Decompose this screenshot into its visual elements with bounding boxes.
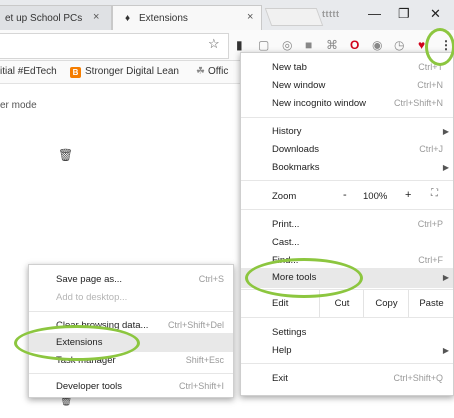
pocket-icon[interactable]: ♥ bbox=[418, 38, 425, 52]
developer-mode-label: er mode bbox=[0, 100, 37, 111]
menu-divider bbox=[241, 317, 453, 318]
bookmark-edtech[interactable]: itial #EdTech bbox=[0, 66, 57, 77]
puzzle-icon: ♦ bbox=[125, 13, 131, 24]
pin-icon[interactable]: ▢ bbox=[258, 38, 269, 52]
chevron-right-icon: ▶ bbox=[442, 346, 449, 355]
clock-icon[interactable]: ◷ bbox=[394, 38, 404, 52]
record-icon[interactable]: ◉ bbox=[372, 38, 382, 52]
cut-button[interactable]: Cut bbox=[319, 290, 364, 317]
office-icon: ☘ bbox=[196, 66, 205, 77]
submenu-item-add-to-desktop: Add to desktop... bbox=[56, 292, 128, 303]
menu-divider bbox=[241, 209, 453, 210]
menu-item-bookmarks[interactable]: Bookmarks bbox=[272, 162, 320, 173]
address-bar[interactable] bbox=[0, 33, 229, 59]
menu-item-cast[interactable]: Cast... bbox=[272, 237, 299, 248]
menu-divider bbox=[29, 373, 233, 374]
menu-divider bbox=[29, 311, 233, 312]
chevron-right-icon: ▶ bbox=[442, 273, 449, 282]
menu-item-exit[interactable]: Exit bbox=[272, 373, 288, 384]
menu-icon[interactable]: ⋮ bbox=[440, 38, 452, 52]
menu-item-new-window[interactable]: New window bbox=[272, 80, 325, 91]
shortcut-find: Ctrl+F bbox=[418, 255, 443, 265]
menu-divider bbox=[241, 363, 453, 364]
copy-button[interactable]: Copy bbox=[363, 290, 409, 317]
zoom-out-button[interactable]: - bbox=[343, 189, 347, 201]
more-tools-submenu: Save page as... Ctrl+S Add to desktop...… bbox=[28, 264, 234, 398]
shortcut-clear-browsing: Ctrl+Shift+Del bbox=[167, 320, 224, 330]
tab-school-pcs[interactable]: et up School PCs × bbox=[0, 5, 112, 30]
shortcut-save-page: Ctrl+S bbox=[198, 274, 224, 284]
menu-item-more-tools[interactable]: More tools bbox=[272, 272, 316, 283]
tab-label: Extensions bbox=[139, 13, 188, 24]
extension-icon[interactable]: ▮ bbox=[236, 38, 243, 52]
submenu-item-developer-tools[interactable]: Developer tools bbox=[56, 381, 122, 392]
profile-chip[interactable]: ttttt bbox=[322, 9, 340, 19]
shortcut-exit: Ctrl+Shift+Q bbox=[393, 373, 443, 383]
menu-item-new-incognito[interactable]: New incognito window bbox=[272, 98, 366, 109]
close-window-icon[interactable]: ✕ bbox=[430, 6, 441, 22]
tab-extensions[interactable]: ♦ Extensions × bbox=[112, 5, 262, 30]
tab-label: et up School PCs bbox=[5, 13, 83, 24]
shortcut-new-window: Ctrl+N bbox=[417, 80, 443, 90]
bookmark-stronger-digital[interactable]: B Stronger Digital Lean bbox=[70, 66, 179, 78]
menu-item-downloads[interactable]: Downloads bbox=[272, 144, 319, 155]
menu-item-zoom: Zoom bbox=[272, 191, 297, 202]
bookmark-office[interactable]: ☘ Offic bbox=[196, 66, 228, 77]
submenu-item-save-page[interactable]: Save page as... bbox=[56, 274, 122, 285]
stop-icon[interactable]: ■ bbox=[305, 38, 312, 52]
cut-icon[interactable]: ⌘ bbox=[326, 38, 338, 52]
menu-item-history[interactable]: History bbox=[272, 126, 302, 137]
chevron-right-icon: ▶ bbox=[442, 127, 449, 136]
menu-item-edit: Edit bbox=[272, 298, 289, 309]
shortcut-task-manager: Shift+Esc bbox=[185, 355, 224, 365]
menu-item-find[interactable]: Find... bbox=[272, 255, 298, 266]
opera-icon[interactable]: O bbox=[350, 38, 359, 52]
shortcut-print: Ctrl+P bbox=[417, 219, 443, 229]
menu-item-print[interactable]: Print... bbox=[272, 219, 299, 230]
minimize-icon[interactable]: — bbox=[368, 6, 381, 21]
submenu-item-task-manager[interactable]: Task manager bbox=[56, 355, 116, 366]
chevron-right-icon: ▶ bbox=[442, 163, 449, 172]
star-icon[interactable]: ☆ bbox=[208, 37, 220, 51]
shortcut-new-tab: Ctrl+T bbox=[418, 62, 443, 72]
zoom-in-button[interactable]: + bbox=[405, 189, 411, 201]
shortcut-developer-tools: Ctrl+Shift+I bbox=[178, 381, 224, 391]
chrome-main-menu: New tab Ctrl+T New window Ctrl+N New inc… bbox=[240, 52, 454, 396]
bookmark-label: Stronger Digital Lean bbox=[85, 66, 179, 77]
menu-divider bbox=[241, 180, 453, 181]
trash-icon[interactable]: 🗑 bbox=[58, 148, 73, 162]
submenu-item-clear-browsing[interactable]: Clear browsing data... bbox=[56, 320, 148, 331]
shortcut-downloads: Ctrl+J bbox=[419, 144, 443, 154]
bookmark-label: Offic bbox=[207, 66, 229, 77]
menu-item-help[interactable]: Help bbox=[272, 345, 292, 356]
blogger-icon: B bbox=[70, 67, 81, 78]
menu-divider bbox=[241, 117, 453, 118]
new-tab-button[interactable] bbox=[264, 8, 324, 26]
camera-icon[interactable]: ◎ bbox=[282, 38, 292, 52]
maximize-icon[interactable]: ❐ bbox=[398, 6, 410, 22]
paste-button[interactable]: Paste bbox=[408, 290, 454, 317]
menu-item-new-tab[interactable]: New tab bbox=[272, 62, 307, 73]
close-icon[interactable]: × bbox=[93, 11, 99, 23]
submenu-item-extensions[interactable]: Extensions bbox=[56, 337, 102, 348]
fullscreen-icon[interactable]: ⛶ bbox=[431, 188, 438, 199]
edit-row: Edit Cut Copy Paste bbox=[241, 290, 453, 317]
close-icon[interactable]: × bbox=[247, 11, 253, 23]
zoom-level: 100% bbox=[363, 191, 388, 202]
tab-strip: et up School PCs × ♦ Extensions × ttttt … bbox=[0, 0, 454, 30]
menu-item-settings[interactable]: Settings bbox=[272, 327, 306, 338]
shortcut-new-incognito: Ctrl+Shift+N bbox=[393, 98, 443, 108]
